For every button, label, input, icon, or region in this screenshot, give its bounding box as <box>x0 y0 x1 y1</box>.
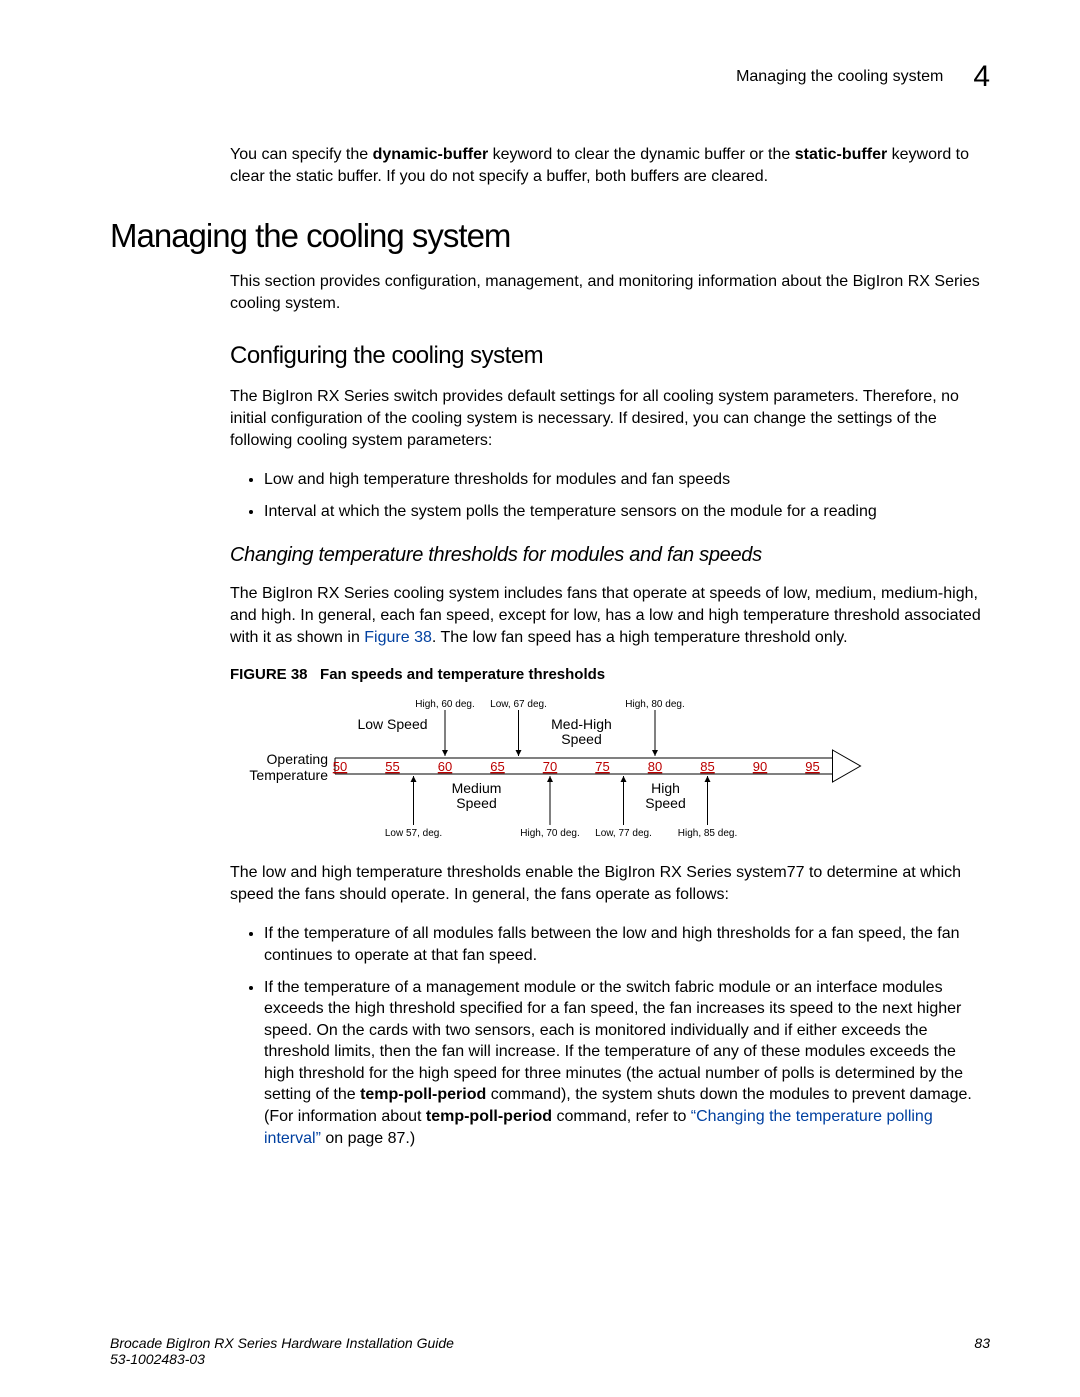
svg-text:65: 65 <box>490 759 504 774</box>
svg-text:55: 55 <box>385 759 399 774</box>
keyword-temp-poll-period: temp-poll-period <box>426 1108 552 1125</box>
page-footer: Brocade BigIron RX Series Hardware Insta… <box>110 1335 990 1367</box>
intro-paragraph: You can specify the dynamic-buffer keywo… <box>230 144 990 187</box>
section-heading-h1: Managing the cooling system <box>110 217 990 255</box>
keyword-temp-poll-period: temp-poll-period <box>360 1086 486 1103</box>
fan-speed-diagram-svg: 50 55 60 65 70 75 80 85 90 95 OperatingTemperature… <box>230 691 870 841</box>
figure-title: Fan speeds and temperature thresholds <box>320 666 605 683</box>
svg-text:Low, 67 deg.: Low, 67 deg. <box>490 699 547 710</box>
page: Managing the cooling system 4 You can sp… <box>0 0 1080 1397</box>
doc-number: 53-1002483-03 <box>110 1351 205 1367</box>
section-heading-h3: Changing temperature thresholds for modu… <box>230 544 990 567</box>
text: . The low fan speed has a high temperatu… <box>432 629 848 646</box>
figure-ref-link[interactable]: Figure 38 <box>364 629 432 646</box>
text: You can specify the <box>230 146 373 163</box>
paragraph: The BigIron RX Series switch provides de… <box>230 386 990 451</box>
svg-text:90: 90 <box>753 759 767 774</box>
svg-text:Low 57, deg.: Low 57, deg. <box>385 828 442 839</box>
svg-text:80: 80 <box>648 759 662 774</box>
svg-text:Speed: Speed <box>561 731 601 747</box>
figure-label: FIGURE 38 <box>230 666 308 683</box>
figure-caption: FIGURE 38 Fan speeds and temperature thr… <box>230 666 990 683</box>
svg-text:70: 70 <box>543 759 557 774</box>
svg-text:Low, 77 deg.: Low, 77 deg. <box>595 828 652 839</box>
svg-text:Operating: Operating <box>267 751 328 767</box>
bullet-list: Low and high temperature thresholds for … <box>230 469 990 522</box>
svg-text:High, 80 deg.: High, 80 deg. <box>625 699 685 710</box>
svg-text:High: High <box>651 780 680 796</box>
running-header: Managing the cooling system <box>736 68 943 86</box>
text: If the temperature of a management modul… <box>264 979 963 1104</box>
svg-text:High, 85 deg.: High, 85 deg. <box>678 828 738 839</box>
section-heading-h2: Configuring the cooling system <box>230 342 990 370</box>
chapter-number: 4 <box>973 60 990 94</box>
text: keyword to clear the dynamic buffer or t… <box>488 146 795 163</box>
paragraph: This section provides configuration, man… <box>230 271 990 314</box>
paragraph: The low and high temperature thresholds … <box>230 862 990 905</box>
list-item: If the temperature of a management modul… <box>264 977 990 1150</box>
bullet-list: If the temperature of all modules falls … <box>230 923 990 1149</box>
keyword-static-buffer: static-buffer <box>795 146 887 163</box>
list-item: If the temperature of all modules falls … <box>264 923 990 966</box>
svg-text:Low Speed: Low Speed <box>357 716 427 732</box>
svg-text:85: 85 <box>700 759 714 774</box>
svg-text:High, 60 deg.: High, 60 deg. <box>415 699 475 710</box>
svg-text:Speed: Speed <box>645 795 685 811</box>
keyword-dynamic-buffer: dynamic-buffer <box>373 146 489 163</box>
list-item: Low and high temperature thresholds for … <box>264 469 990 491</box>
text: on page 87.) <box>321 1130 415 1147</box>
page-header: Managing the cooling system 4 <box>110 60 990 94</box>
svg-text:Temperature: Temperature <box>249 767 328 783</box>
doc-title: Brocade BigIron RX Series Hardware Insta… <box>110 1335 454 1351</box>
svg-text:60: 60 <box>438 759 452 774</box>
svg-text:Medium: Medium <box>452 780 502 796</box>
svg-text:Med-High: Med-High <box>551 716 612 732</box>
svg-text:Speed: Speed <box>456 795 496 811</box>
svg-text:50: 50 <box>333 759 347 774</box>
svg-text:High, 70 deg.: High, 70 deg. <box>520 828 580 839</box>
svg-text:75: 75 <box>595 759 609 774</box>
list-item: Interval at which the system polls the t… <box>264 501 990 523</box>
figure-diagram: 50 55 60 65 70 75 80 85 90 95 OperatingTemperature… <box>230 691 990 846</box>
page-number: 83 <box>974 1335 990 1367</box>
text: command, refer to <box>552 1108 691 1125</box>
footer-left: Brocade BigIron RX Series Hardware Insta… <box>110 1335 454 1367</box>
paragraph: The BigIron RX Series cooling system inc… <box>230 583 990 648</box>
svg-text:95: 95 <box>805 759 819 774</box>
